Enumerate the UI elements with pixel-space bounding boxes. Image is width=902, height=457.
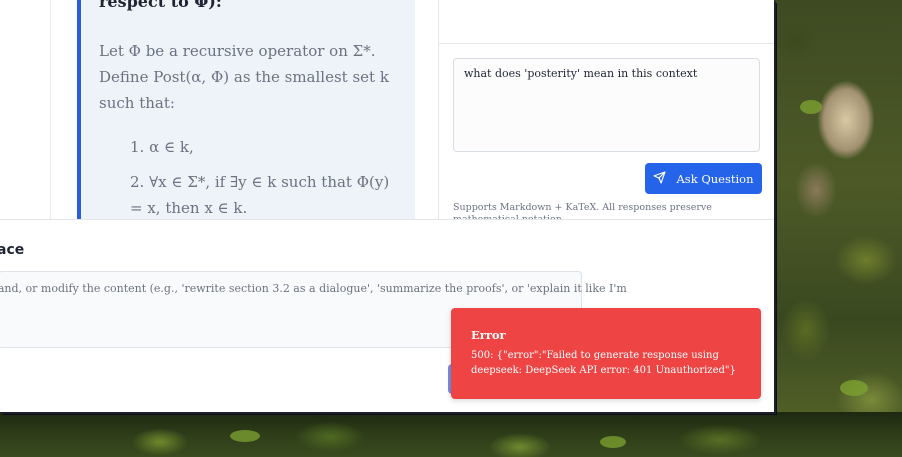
send-icon <box>653 170 666 187</box>
app-window: respect to Φ): Let Φ be a recursive oper… <box>0 0 774 412</box>
definition-heading: respect to Φ): <box>99 0 222 11</box>
definition-intro: Let Φ be a recursive operator on Σ*. Def… <box>99 42 389 112</box>
moss-patch <box>840 380 868 396</box>
definition-block: respect to Φ): Let Φ be a recursive oper… <box>77 0 415 220</box>
error-message: 500: {"error":"Failed to generate respon… <box>471 350 736 376</box>
definition-item: 1. α ∈ k, <box>130 138 194 156</box>
moss-patch <box>600 436 626 448</box>
definition-item: 2. ∀x ∈ Σ*, if ∃y ∈ k such that Φ(y) = x… <box>130 173 390 217</box>
error-title: Error <box>471 328 506 342</box>
document-reader: respect to Φ): Let Φ be a recursive oper… <box>51 0 437 220</box>
workspace-title: ace <box>0 242 25 258</box>
question-input[interactable]: what does 'posterity' mean in this conte… <box>453 58 760 152</box>
wallpaper-statue <box>776 0 902 457</box>
qa-divider <box>439 43 774 44</box>
moss-patch <box>230 430 260 442</box>
wallpaper-moss-ground <box>0 412 902 457</box>
left-sidebar-strip <box>0 0 51 220</box>
ask-question-label: Ask Question <box>676 171 754 186</box>
workspace-input-placeholder: mmand, or modify the content (e.g., 'rew… <box>0 282 627 295</box>
error-toast[interactable]: Error 500: {"error":"Failed to generate … <box>451 308 761 399</box>
ask-question-button[interactable]: Ask Question <box>645 163 762 194</box>
moss-patch <box>800 100 822 114</box>
qa-panel: what does 'posterity' mean in this conte… <box>438 0 774 225</box>
